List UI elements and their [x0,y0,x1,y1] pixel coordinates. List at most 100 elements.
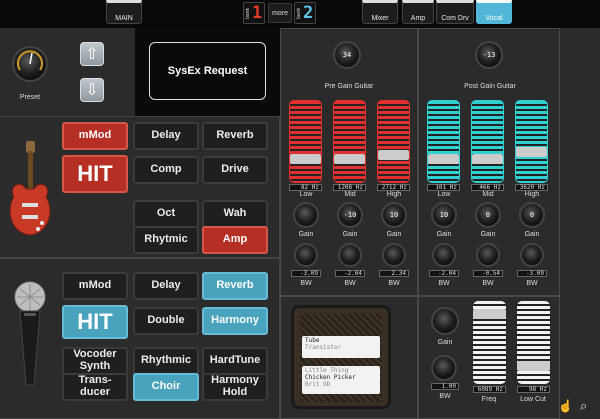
guitar-mmod-button[interactable]: mMod [62,122,128,150]
vocal-rhythmic-button[interactable]: Rhythmic [133,347,199,375]
pre-eq-mid-bw-knob[interactable] [338,243,362,267]
fader-cap [472,154,503,164]
amp-model-selector[interactable]: Little Thing Chicken Picker Brit OD [302,366,380,394]
post-gain-knob[interactable]: -13 [475,41,503,69]
vocal-bw-knob[interactable] [431,355,457,381]
post-eq-high-label: High [524,191,540,198]
gain-label: Gain [298,231,314,238]
preset-knob[interactable] [12,46,48,82]
post-eq-high-bw-value: -3.09 [517,270,547,277]
post-eq-mid-bw-knob[interactable] [476,243,500,267]
pre-eq-high-fader[interactable] [377,100,410,183]
pre-eq-mid-label: Mid [344,191,356,198]
tab-label: Vocal [485,15,503,22]
vocal-double-button[interactable]: Double [133,307,199,335]
main-tab[interactable]: MAIN [106,0,142,24]
pre-eq-low-label: Low [299,191,313,198]
guitar-reverb-button[interactable]: Reverb [202,122,268,150]
pre-eq-low-bw-knob[interactable] [294,243,318,267]
sysex-request-button[interactable]: SysEx Request [149,42,266,100]
gain-label: Gain [386,231,402,238]
tab-vocal[interactable]: Vocal [476,0,512,24]
amp-type-selector[interactable]: Tube Transistor [302,336,380,358]
pre-eq-high-label: High [386,191,402,198]
bank-1-number: 1 [252,3,263,23]
preset-panel: Preset ⇧ ⇩ [0,28,135,108]
tab-label: Amp [410,15,426,22]
vocal-gain-label: Gain [437,339,453,346]
post-eq-high-fader[interactable] [515,100,548,183]
pre-eq-high-gain-knob[interactable]: 10 [381,202,407,228]
top-bar: MAIN bank 1 more bank 2 Mixer Amp Com Drv V… [0,0,600,28]
post-eq-high-bw-knob[interactable] [520,243,544,267]
vocal-lowcut-fader[interactable] [517,301,550,384]
guitar-delay-button[interactable]: Delay [133,122,199,150]
vocal-delay-button[interactable]: Delay [133,272,199,300]
vocal-freq-fader[interactable] [473,301,506,384]
guitar-rhytmic-button[interactable]: Rhytmic [133,226,199,254]
gain-value: 10 [389,211,399,219]
pre-eq-high-bw-knob[interactable] [382,243,406,267]
bank-1-button[interactable]: bank 1 [243,2,265,24]
guitar-amp-button[interactable]: Amp [202,226,268,254]
pre-eq-mid-fader[interactable] [333,100,366,183]
bank-1-label: bank [245,7,251,19]
tab-amp[interactable]: Amp [402,0,434,24]
sysex-panel: SysEx Request [135,28,280,116]
post-eq-high-gain-knob[interactable]: 0 [519,202,545,228]
tab-mixer[interactable]: Mixer [362,0,398,24]
vocal-trans-ducer-button[interactable]: Trans-ducer [62,373,128,401]
touch-icon[interactable]: ☝ [558,399,573,413]
amp-type-transistor: Transistor [305,344,342,351]
more-button[interactable]: more [268,3,292,23]
pre-eq-mid-gain-knob[interactable]: -10 [337,202,363,228]
preset-down-button[interactable]: ⇩ [80,78,104,102]
vocal-vocoder-synth-button[interactable]: Vocoder Synth [62,347,128,375]
pre-eq-low-gain-knob[interactable] [293,202,319,228]
pre-gain-knob[interactable]: 34 [333,41,361,69]
preset-up-button[interactable]: ⇧ [80,42,104,66]
vocal-freq-label: Freq [481,396,497,403]
gain-value [295,204,317,226]
pre-eq-mid-freq-value: 1208 Hz [333,184,366,191]
guitar-oct-button[interactable]: Oct [133,200,199,228]
bank-2-button[interactable]: bank 2 [294,2,316,24]
vocal-gain-knob[interactable] [431,307,459,335]
vocal-mmod-button[interactable]: mMod [62,272,128,300]
amp-model-3: Brit OD [305,381,331,388]
vocal-harmony-button[interactable]: Harmony [202,307,268,335]
vocal-reverb-button[interactable]: Reverb [202,272,268,300]
post-eq-low-freq-value: 101 Hz [427,184,460,191]
gain-value: 0 [485,211,491,219]
pre-eq-low-fader[interactable] [289,100,322,183]
vocal-lowcut-value: 98 Hz [517,386,550,393]
pre-eq-low-bw-value: -3.09 [291,270,321,277]
post-eq-low-bw-knob[interactable] [432,243,456,267]
post-gain-title: Post Gain Guitar [464,83,516,90]
fader-cap [516,147,547,157]
post-eq-low-gain-knob[interactable]: 10 [431,202,457,228]
zoom-icon[interactable]: ⌕ [580,398,587,414]
pre-eq-high-bw-value: 2.34 [379,270,409,277]
post-gain-value: -13 [482,51,496,59]
bw-label: BW [300,280,312,287]
guitar-drive-button[interactable]: Drive [202,156,268,184]
bw-label: BW [344,280,356,287]
post-eq-mid-freq-value: 466 Hz [471,184,504,191]
guitar-hit-button[interactable]: HIT [62,155,128,193]
vocal-lowcut-label: Low Cut [520,396,546,403]
vocal-hardtune-button[interactable]: HardTune [202,347,268,375]
vocal-harmony-hold-button[interactable]: Harmony Hold [202,373,268,401]
guitar-wah-button[interactable]: Wah [202,200,268,228]
post-eq-low-fader[interactable] [427,100,460,183]
post-eq-mid-gain-knob[interactable]: 0 [475,202,501,228]
guitar-comp-button[interactable]: Comp [133,156,199,184]
post-eq-low-bw-value: -2.04 [429,270,459,277]
amp-type-tube: Tube [305,337,320,344]
post-eq-mid-fader[interactable] [471,100,504,183]
vocal-hit-button[interactable]: HIT [62,305,128,339]
vocal-choir-button[interactable]: Choir [133,373,199,401]
tab-com-drv[interactable]: Com Drv [436,0,474,24]
gain-value: 0 [529,211,535,219]
fader-cap [428,154,459,164]
